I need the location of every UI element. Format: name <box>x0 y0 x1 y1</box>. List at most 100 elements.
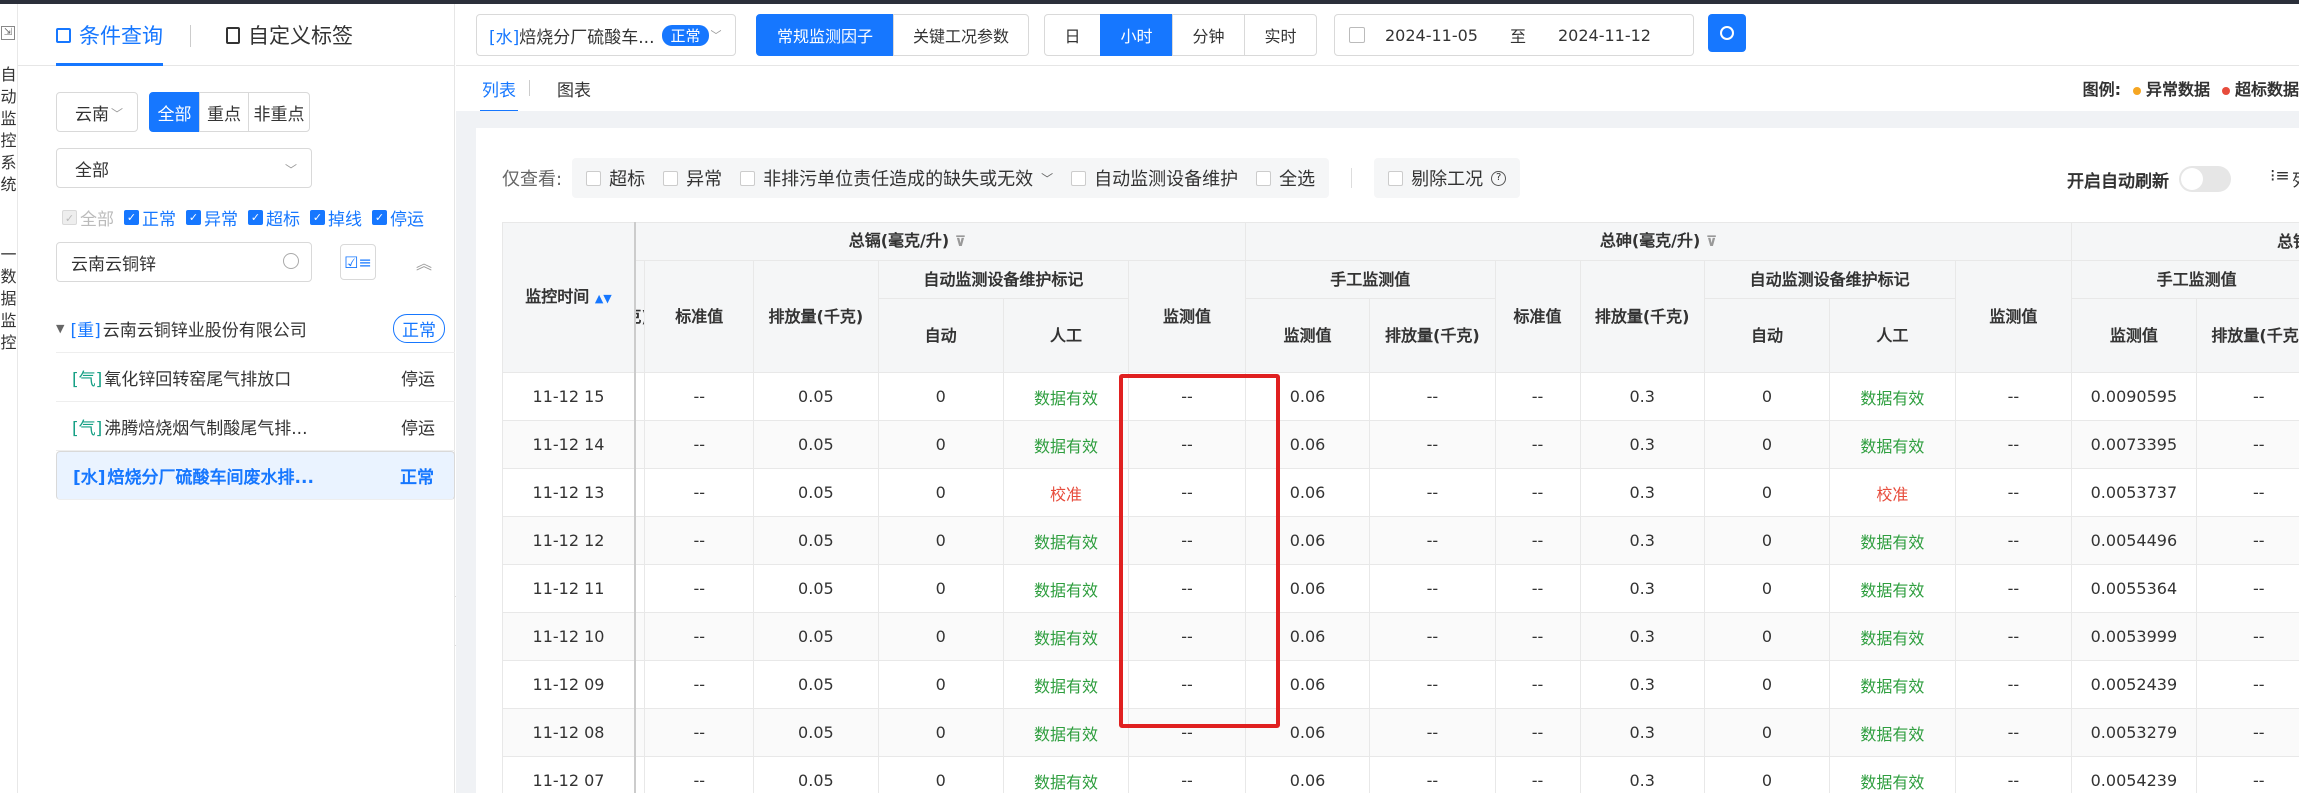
tree-item-status: 停运 <box>401 418 435 439</box>
column-settings-label[interactable]: 列 <box>2292 166 2299 191</box>
status-all-checkbox[interactable]: ✓ 全部 <box>62 205 114 230</box>
filter-missing-checkbox[interactable]: 非排污单位责任造成的缺失或无效 ﹀ <box>740 165 1053 191</box>
tree-item-outlet-3[interactable]: [水] 焙烧分厂硫酸车间废水排... 正常 <box>56 451 455 500</box>
tab-custom-tags[interactable]: 自定义标签 <box>226 20 353 50</box>
region-select[interactable]: 云南 ﹀ <box>56 92 138 132</box>
cell-cd-dis: 0 <box>877 372 1004 421</box>
filter-exceed-checkbox[interactable]: 超标 <box>586 165 645 191</box>
date-range-picker[interactable]: 2024-11-05 至 2024-11-12 <box>1334 14 1694 56</box>
cell-as-mm: -- <box>1369 516 1496 565</box>
cell-as-h: -- <box>1954 612 2073 661</box>
cell-as-mm: -- <box>1369 420 1496 469</box>
cell-as-mm: -- <box>1369 660 1496 709</box>
outlet-select[interactable]: [水] 焙烧分厂硫酸车... 正常 ﹀ <box>476 14 736 56</box>
filter-checkbox-group: 超标 异常 非排污单位责任造成的缺失或无效 ﹀ 自动监测设备维护 全选 <box>572 158 1330 198</box>
rail-label-1[interactable]: 自动监控系统 <box>0 64 17 196</box>
tab-chart[interactable]: 图表 <box>557 76 591 101</box>
cell-as-auto: 数据有效 <box>1829 756 1956 793</box>
tab-condition-query[interactable]: 条件查询 <box>56 20 163 66</box>
cell-time: 11-12 15 <box>502 372 636 421</box>
cell-time: 11-12 08 <box>502 708 636 757</box>
cell-cd-dis: 0 <box>877 660 1004 709</box>
interval-minute-button[interactable]: 分钟 <box>1172 14 1245 56</box>
date-start[interactable]: 2024-11-05 <box>1385 26 1478 45</box>
rail-label-2[interactable]: 一数据监控 <box>0 244 17 354</box>
cell-as-mm: -- <box>1369 708 1496 757</box>
status-normal-checkbox[interactable]: ✓ 正常 <box>124 205 176 230</box>
status-abnormal-checkbox[interactable]: ✓ 异常 <box>186 205 238 230</box>
table-row: -- 0.05 0 数据有效 -- 0.06 -- -- 0.3 0 数据有效 -- 0.0054239… <box>568 756 2299 793</box>
filter-exceed-label: 超标 <box>609 169 646 190</box>
sort-icon[interactable]: ▲▼ <box>595 292 612 305</box>
company-search-input[interactable]: 云南云铜锌 <box>56 242 312 282</box>
auto-refresh: 开启自动刷新 <box>2067 166 2231 192</box>
cell-as-mm: -- <box>1369 564 1496 613</box>
tree-item-outlet-2[interactable]: [气] 沸腾焙烧烟气制酸尾气排... 停运 <box>56 402 455 451</box>
side-rail: ⇲ 自动监控系统 一数据监控 <box>0 4 18 793</box>
status-offline-label: 掉线 <box>328 210 362 230</box>
cell-cd-dis: 0 <box>877 708 1004 757</box>
filter-icon[interactable]: ⊽ <box>1706 234 1717 250</box>
col-pb-manual-monitor: 监测值 <box>2071 298 2197 373</box>
category-select-value: 全部 <box>75 160 109 181</box>
search-button[interactable] <box>1708 14 1746 52</box>
cell-pb-val: 0.0053279 <box>2071 708 2197 757</box>
col-pb-manual-discharge: 排放量(千克) <box>2195 298 2299 373</box>
cell-cd-dis: 0 <box>877 612 1004 661</box>
region-select-value: 云南 <box>75 104 109 125</box>
collapse-icon[interactable]: ⇲ <box>1 26 15 40</box>
col-as-manual-monitor: 监测值 <box>1244 298 1371 373</box>
cell-cd-auto: 数据有效 <box>1002 420 1130 469</box>
regular-factor-button[interactable]: 常规监测因子 <box>756 14 894 56</box>
status-stopped-checkbox[interactable]: ✓ 停运 <box>372 205 424 230</box>
priority-all-button[interactable]: 全部 <box>149 92 200 132</box>
tree-root-company[interactable]: ▼ [重] 云南云铜锌业股份有限公司 正常 <box>56 304 455 353</box>
status-offline-checkbox[interactable]: ✓ 掉线 <box>310 205 362 230</box>
filter-icon[interactable]: ⊽ <box>955 234 966 250</box>
cell-pb-val: 0.0053999 <box>2071 612 2197 661</box>
chevron-down-icon: ﹀ <box>110 107 123 121</box>
collapse-up-icon[interactable]: ︽ <box>416 250 432 274</box>
cell-pb-mm: -- <box>2195 660 2299 709</box>
outlet-status-badge: 正常 <box>662 24 709 46</box>
list-check-button[interactable]: ☑≡ <box>340 244 376 280</box>
exclude-condition-checkbox[interactable]: 剔除工况? <box>1388 165 1507 191</box>
cell-cd-m: -- <box>644 660 755 709</box>
tree-root-tag: [重] <box>70 320 101 341</box>
column-settings-icon[interactable]: ⁝≡ <box>2270 166 2290 186</box>
filter-select-all-checkbox[interactable]: 全选 <box>1256 165 1315 191</box>
cell-cd-m: -- <box>644 708 755 757</box>
legend-label: 图例: <box>2082 80 2121 99</box>
interval-realtime-button[interactable]: 实时 <box>1244 14 1317 56</box>
cell-as-std: 0.3 <box>1579 612 1705 661</box>
view-tabs: 列表 图表 图例: 异常数据 超标数据 <box>456 66 2299 112</box>
date-end[interactable]: 2024-11-12 <box>1558 26 1651 45</box>
chevron-down-icon: ﹀ <box>710 29 722 42</box>
help-icon[interactable]: ? <box>1491 170 1507 186</box>
cell-cd-dis: 0 <box>877 420 1004 469</box>
key-params-button[interactable]: 关键工况参数 <box>893 14 1029 56</box>
priority-key-button[interactable]: 重点 <box>199 92 249 132</box>
cell-as-h: -- <box>1954 468 2073 517</box>
search-icon[interactable] <box>283 253 299 269</box>
cell-as-md: -- <box>1494 420 1581 469</box>
tab-divider <box>529 80 530 96</box>
cell-cd-auto: 数据有效 <box>1002 708 1130 757</box>
filter-abnormal-checkbox[interactable]: 异常 <box>663 165 722 191</box>
category-select[interactable]: 全部 ﹀ <box>56 148 312 188</box>
time-row: 11-12 09 <box>502 660 636 709</box>
checklist-icon: ☑≡ <box>344 252 372 272</box>
tree-root-name: 云南云铜锌业股份有限公司 <box>102 320 307 341</box>
filter-maintenance-checkbox[interactable]: 自动监测设备维护 <box>1071 165 1238 191</box>
auto-refresh-toggle[interactable] <box>2179 166 2231 192</box>
tree-item-outlet-1[interactable]: [气] 氧化锌回转窑尾气排放口 停运 <box>56 353 455 402</box>
time-header[interactable]: 监控时间 ▲▼ <box>502 222 636 373</box>
interval-day-button[interactable]: 日 <box>1044 14 1101 56</box>
tab-list[interactable]: 列表 <box>480 76 518 112</box>
caret-down-icon: ▼ <box>56 321 65 335</box>
interval-hour-button[interactable]: 小时 <box>1100 14 1173 56</box>
time-row: 11-12 14 <box>502 420 636 469</box>
priority-nonkey-button[interactable]: 非重点 <box>248 92 310 132</box>
status-exceed-checkbox[interactable]: ✓ 超标 <box>248 205 300 230</box>
left-panel: 条件查询 自定义标签 云南 ﹀ 全部 重点 非重点 全部 ﹀ ✓ 全部 ✓ 正常 ✓… <box>18 4 455 793</box>
